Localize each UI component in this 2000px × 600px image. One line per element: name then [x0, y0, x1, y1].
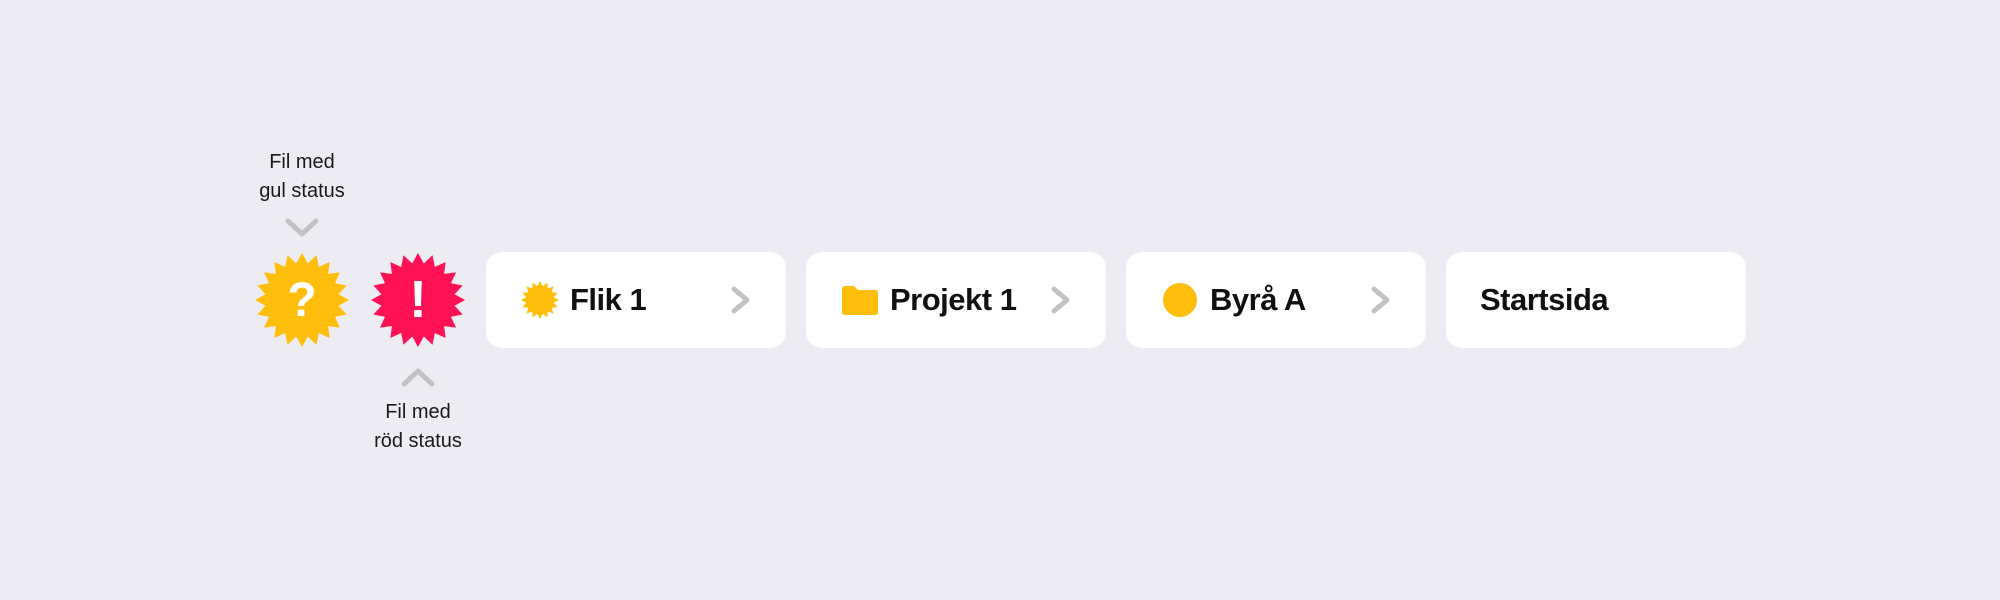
yellow-status-badge[interactable]: ? [254, 252, 350, 348]
badge-glyph: ? [287, 274, 316, 327]
yellow-status-callout: Fil med gul status [222, 148, 382, 206]
breadcrumb-label: Projekt 1 [890, 282, 1017, 317]
yellow-callout-line-2: gul status [259, 180, 345, 202]
red-callout-line-1: Fil med [385, 401, 451, 423]
breadcrumb-label: Flik 1 [570, 282, 647, 317]
chevron-right-icon [1371, 286, 1390, 314]
folder-icon [842, 286, 878, 315]
yellow-callout-line-1: Fil med [269, 151, 335, 173]
red-status-callout: Fil med röd status [338, 398, 498, 456]
sun-badge-icon [521, 281, 559, 319]
breadcrumb-item-projekt[interactable]: Projekt 1 [806, 252, 1106, 348]
chevron-down-icon [285, 218, 319, 237]
breadcrumb-item-byra[interactable]: Byrå A [1126, 252, 1426, 348]
red-callout-line-2: röd status [374, 430, 462, 452]
red-status-badge[interactable]: ! [370, 252, 466, 348]
question-badge-icon: ? [255, 253, 349, 347]
chevron-right-icon [731, 286, 750, 314]
breadcrumb-label: Startsida [1480, 282, 1609, 317]
badge-glyph: ! [409, 271, 426, 329]
chevron-right-icon [1051, 286, 1070, 314]
breadcrumb-label: Byrå A [1210, 282, 1306, 317]
breadcrumb-item-startsida[interactable]: Startsida [1446, 252, 1746, 348]
circle-icon [1163, 283, 1197, 317]
breadcrumb-item-flik[interactable]: Flik 1 [486, 252, 786, 348]
chevron-up-icon [401, 368, 435, 387]
exclamation-badge-icon: ! [371, 253, 465, 347]
